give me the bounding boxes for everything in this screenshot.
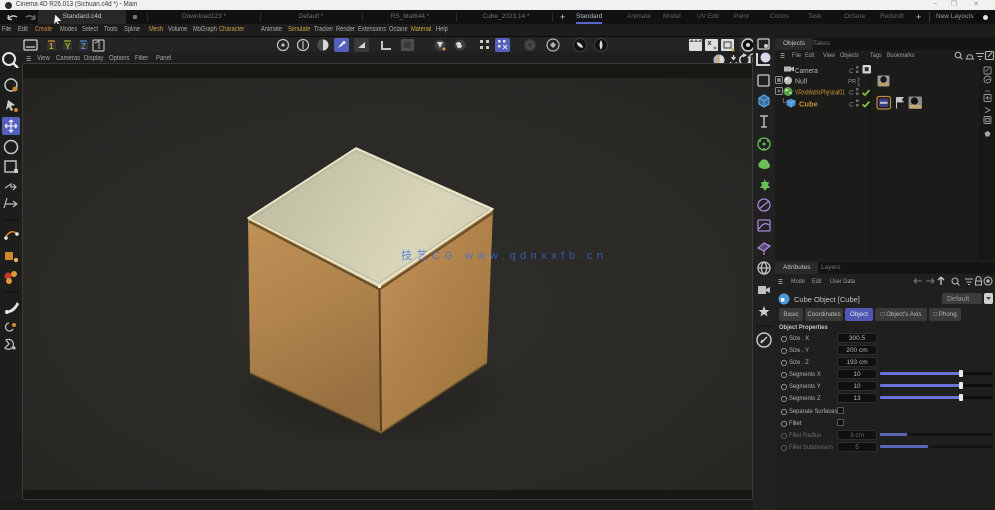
- svg-text:PR: PR: [848, 80, 857, 86]
- svg-text:Default: Default: [947, 296, 969, 303]
- svg-text:C: C: [849, 102, 854, 109]
- svg-text:VRxxMatrixPhysical01: VRxxMatrixPhysical01: [795, 89, 845, 97]
- svg-text:Z: Z: [81, 42, 86, 51]
- svg-text:Cube: Cube: [799, 100, 818, 109]
- svg-text:Y: Y: [65, 42, 71, 51]
- svg-text:Null: Null: [795, 79, 808, 86]
- svg-text:C: C: [849, 68, 854, 75]
- svg-text:1: 1: [49, 42, 54, 51]
- svg-text:Camera: Camera: [795, 68, 818, 75]
- svg-text:C: C: [849, 90, 854, 97]
- svg-text:Cube Object [Cube]: Cube Object [Cube]: [794, 295, 860, 304]
